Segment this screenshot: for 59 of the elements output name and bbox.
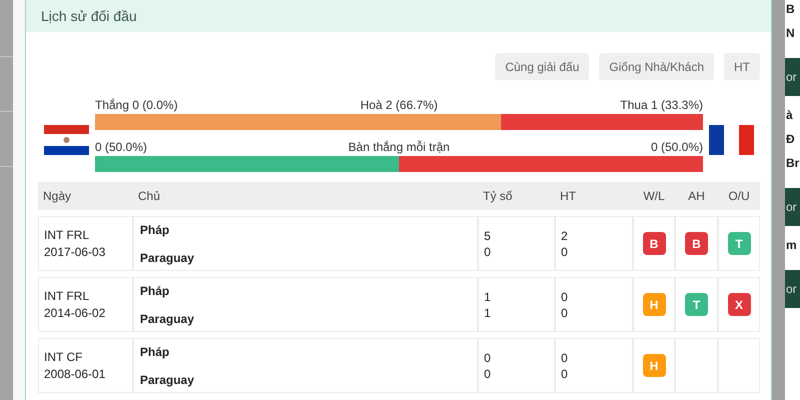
score-value: 1 <box>484 290 492 304</box>
competition-label: INT FRL <box>44 228 90 242</box>
result-badge: H <box>642 354 666 377</box>
result-badge: T <box>685 293 708 316</box>
stat-label: Bàn thắng mỗi trận <box>348 140 450 154</box>
column-header: Tỷ số <box>482 189 514 203</box>
match-date: 2017-06-03 <box>44 245 106 259</box>
score-value: 0 <box>561 290 569 304</box>
sidebar-text: à <box>785 107 794 124</box>
sidebar-text: N <box>785 25 796 42</box>
stat-label: Thua 1 (33.3%) <box>620 98 703 112</box>
column-header: HT <box>559 189 577 203</box>
score-value: 5 <box>484 228 492 242</box>
score-value: 0 <box>484 350 492 364</box>
stat-label: 0 (50.0%) <box>650 140 703 154</box>
filter-button[interactable]: Giống Nhà/Khách <box>599 53 714 80</box>
team-name: Pháp <box>140 284 170 298</box>
flag-icon <box>44 125 89 155</box>
result-badge: X <box>728 293 750 316</box>
score-value: 0 <box>561 306 569 320</box>
stat-label: 0 (50.0%) <box>95 140 148 154</box>
score-value: 0 <box>561 350 569 364</box>
score-value: 0 <box>484 244 492 258</box>
team-name: Pháp <box>140 345 170 359</box>
score-value: 0 <box>484 366 492 380</box>
sidebar-text: B <box>785 1 796 18</box>
filter-button[interactable]: Cùng giải đấu <box>495 53 590 80</box>
score-value: 2 <box>561 228 569 242</box>
column-header: AH <box>687 189 706 203</box>
team-name: Paraguay <box>140 312 196 326</box>
stat-label: Thắng 0 (0.0%) <box>95 98 178 112</box>
panel-title: Lịch sử đối đầu <box>41 8 137 24</box>
sidebar-item[interactable]: or <box>785 188 800 226</box>
match-date: 2008-06-01 <box>44 367 106 381</box>
team-name: Paraguay <box>140 373 196 387</box>
column-header: O/U <box>727 189 751 203</box>
score-value: 0 <box>561 244 569 258</box>
column-header: Ngày <box>42 189 72 203</box>
sidebar-item[interactable]: or <box>785 270 800 308</box>
match-date: 2014-06-02 <box>44 306 106 320</box>
column-header: W/L <box>642 189 666 203</box>
sidebar-text: Br <box>785 155 800 172</box>
column-header: Chủ <box>137 189 162 203</box>
score-value: 0 <box>561 366 569 380</box>
result-badge: B <box>685 232 708 255</box>
result-badge: B <box>642 232 666 255</box>
sidebar-item[interactable]: or <box>785 58 800 96</box>
score-value: 1 <box>484 306 492 320</box>
sidebar-text: m <box>785 237 798 254</box>
competition-label: INT CF <box>44 350 84 364</box>
result-badge: T <box>728 232 750 255</box>
team-name: Pháp <box>140 223 170 237</box>
filter-button[interactable]: HT <box>724 53 760 80</box>
stat-label: Hoà 2 (66.7%) <box>360 98 438 112</box>
competition-label: INT FRL <box>44 289 90 303</box>
flag-icon <box>709 125 754 155</box>
result-badge: H <box>642 293 666 316</box>
sidebar-text: Đ <box>785 131 796 148</box>
team-name: Paraguay <box>140 251 196 265</box>
